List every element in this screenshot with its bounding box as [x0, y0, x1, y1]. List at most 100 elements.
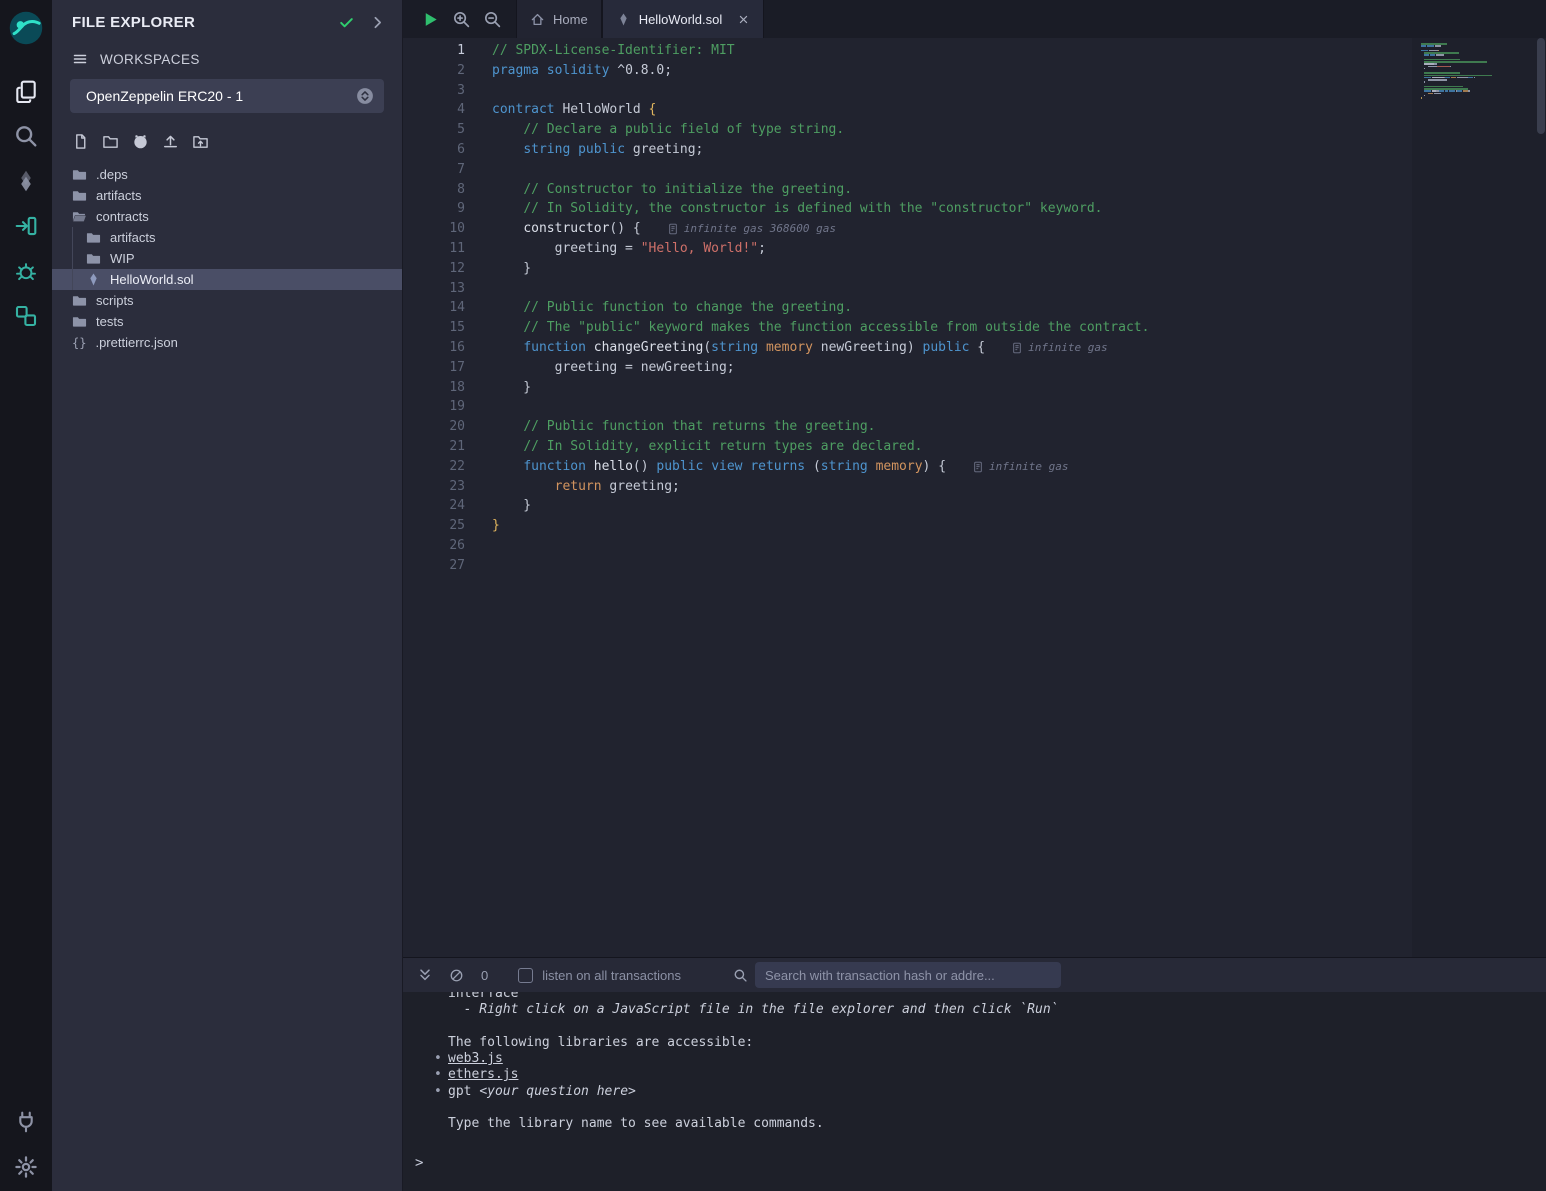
activity-file-explorer-button[interactable]: [14, 79, 38, 103]
terminal-link[interactable]: web3.js: [448, 1051, 503, 1066]
code-line: 11 greeting = "Hello, World!";: [403, 239, 1412, 259]
listen-transactions-checkbox[interactable]: [518, 968, 533, 983]
sol-file-icon: [86, 272, 101, 287]
terminal-line: - Right click on a JavaScript file in th…: [448, 1002, 1546, 1018]
code-line: 22 function hello() public view returns …: [403, 457, 1412, 477]
activity-search-button[interactable]: [14, 124, 38, 148]
code-line: 24 }: [403, 496, 1412, 516]
clear-console-icon[interactable]: [449, 968, 464, 983]
hamburger-icon[interactable]: [72, 51, 88, 67]
tree-item-wip[interactable]: WIP: [52, 248, 402, 269]
code-line: 15 // The "public" keyword makes the fun…: [403, 318, 1412, 338]
workspaces-label: WORKSPACES: [100, 52, 200, 67]
code-text: // SPDX-License-Identifier: MIT: [492, 41, 735, 61]
listen-transactions-label: listen on all transactions: [542, 968, 681, 983]
file-tree: .depsartifactscontractsartifactsWIPHello…: [52, 162, 402, 1191]
workspace-select[interactable]: OpenZeppelin ERC20 - 1: [70, 79, 384, 113]
line-number: 19: [403, 397, 465, 417]
code-line: 13: [403, 279, 1412, 299]
line-number: 18: [403, 378, 465, 398]
explorer-new-folder-button[interactable]: [102, 133, 119, 150]
activity-remix-logo-button[interactable]: [6, 8, 46, 48]
tree-item-prettierrc-json[interactable]: {}.prettierrc.json: [52, 332, 402, 353]
code-line: 16 function changeGreeting(string memory…: [403, 338, 1412, 358]
code-text: // Constructor to initialize the greetin…: [492, 180, 852, 200]
activity-deploy-run-button[interactable]: [14, 214, 38, 238]
terminal-line: Type the library name to see available c…: [448, 1116, 1546, 1132]
code-line: 21 // In Solidity, explicit return types…: [403, 437, 1412, 457]
terminal-line: web3.js: [448, 1051, 1546, 1067]
folder-icon: [86, 251, 101, 266]
tree-item-contracts[interactable]: contracts: [52, 206, 402, 227]
terminal-line: gpt <your question here>: [448, 1084, 1546, 1100]
check-icon[interactable]: [338, 14, 355, 31]
play-button[interactable]: [421, 10, 440, 29]
terminal-line: The following libraries are accessible:: [448, 1035, 1546, 1051]
code-text: // In Solidity, explicit return types ar…: [492, 437, 922, 457]
chevron-right-icon[interactable]: [369, 14, 386, 31]
line-number: 17: [403, 358, 465, 378]
toggle-terminal-icon[interactable]: [417, 967, 433, 983]
zoom-in-button[interactable]: [452, 10, 471, 29]
workspace-options-icon[interactable]: [356, 87, 374, 105]
debugger-icon: [14, 259, 38, 283]
tree-item-deps[interactable]: .deps: [52, 164, 402, 185]
activity-debugger-button[interactable]: [14, 259, 38, 283]
code-text: }: [492, 496, 531, 516]
doc-icon: [1011, 342, 1023, 354]
upload-folder-icon: [192, 133, 209, 150]
tree-item-scripts[interactable]: scripts: [52, 290, 402, 311]
activity-settings-button[interactable]: [14, 1155, 38, 1179]
terminal-search-input[interactable]: [755, 962, 1061, 988]
code-line: 3: [403, 81, 1412, 101]
zoom-in-icon: [452, 10, 471, 29]
editor-right-rail: [1412, 38, 1546, 957]
code-line: 8 // Constructor to initialize the greet…: [403, 180, 1412, 200]
remix-ide: FILE EXPLORER WORKSPACES OpenZeppelin ER…: [0, 0, 1546, 1191]
activity-plugin-button[interactable]: [14, 304, 38, 328]
code-text: pragma solidity ^0.8.0;: [492, 61, 672, 81]
tree-item-artifacts[interactable]: artifacts: [52, 227, 402, 248]
upload-file-icon: [162, 133, 179, 150]
indent-guide: [72, 248, 73, 269]
close-icon[interactable]: [737, 13, 750, 26]
tab-helloworld-sol[interactable]: HelloWorld.sol: [602, 0, 765, 38]
line-number: 14: [403, 298, 465, 318]
activity-plugin-manager-button[interactable]: [14, 1110, 38, 1134]
terminal-lines: interface - Right click on a JavaScript …: [448, 992, 1546, 1133]
minimap[interactable]: [1421, 43, 1495, 104]
line-number: 1: [403, 41, 465, 61]
code-text: greeting = "Hello, World!";: [492, 239, 766, 259]
terminal-prompt[interactable]: >: [415, 1155, 423, 1171]
terminal-output[interactable]: interface - Right click on a JavaScript …: [403, 992, 1546, 1191]
tree-item-tests[interactable]: tests: [52, 311, 402, 332]
code-line: 20 // Public function that returns the g…: [403, 417, 1412, 437]
explorer-new-file-button[interactable]: [72, 133, 89, 150]
explorer-upload-file-button[interactable]: [162, 133, 179, 150]
scrollbar-thumb[interactable]: [1537, 38, 1545, 134]
terminal-link[interactable]: ethers.js: [448, 1067, 518, 1082]
explorer-github-button[interactable]: [132, 133, 149, 150]
code-text: }: [492, 259, 531, 279]
doc-icon: [667, 223, 679, 235]
editor-area: 1// SPDX-License-Identifier: MIT2pragma …: [403, 38, 1546, 957]
code-line: 18 }: [403, 378, 1412, 398]
tree-item-helloworld-sol[interactable]: HelloWorld.sol: [52, 269, 402, 290]
code-text: // Public function that returns the gree…: [492, 417, 876, 437]
code-line: 19: [403, 397, 1412, 417]
tab-home[interactable]: Home: [516, 0, 602, 38]
folder-icon: [72, 314, 87, 329]
json-file-icon: {}: [72, 336, 86, 350]
activity-solidity-compiler-button[interactable]: [14, 169, 38, 193]
code-editor[interactable]: 1// SPDX-License-Identifier: MIT2pragma …: [403, 38, 1412, 957]
explorer-upload-folder-button[interactable]: [192, 133, 209, 150]
folder-open-icon: [72, 209, 87, 224]
code-line: 9 // In Solidity, the constructor is def…: [403, 199, 1412, 219]
code-line: 12 }: [403, 259, 1412, 279]
tree-item-artifacts[interactable]: artifacts: [52, 185, 402, 206]
line-number: 24: [403, 496, 465, 516]
zoom-out-button[interactable]: [483, 10, 502, 29]
workspace-name: OpenZeppelin ERC20 - 1: [86, 88, 356, 104]
tab-label: Home: [553, 12, 588, 27]
code-text: }: [492, 516, 500, 536]
